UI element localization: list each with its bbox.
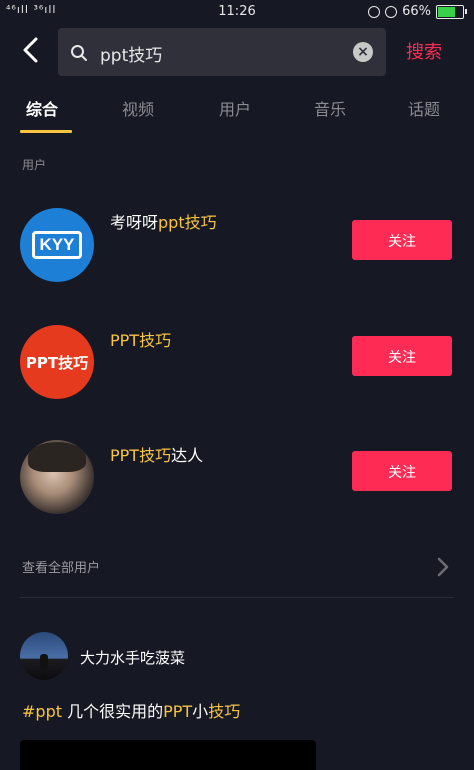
tab-users[interactable]: 用户 — [219, 96, 251, 120]
tab-indicator — [20, 130, 72, 133]
avatar[interactable] — [20, 440, 94, 514]
tab-comprehensive[interactable]: 综合 — [26, 96, 58, 120]
avatar-figure — [40, 654, 48, 670]
search-box[interactable]: ppt技巧 × — [58, 28, 386, 76]
video-author-avatar[interactable] — [20, 632, 68, 680]
section-label: 用户 — [22, 158, 47, 172]
user-name[interactable]: PPT技巧 — [110, 327, 171, 351]
follow-button[interactable]: 关注 — [352, 220, 452, 260]
avatar[interactable]: KYY — [20, 208, 94, 282]
status-right: 66% — [368, 4, 467, 19]
avatar-logo: KYY — [32, 231, 82, 259]
search-input[interactable]: ppt技巧 — [100, 41, 162, 66]
alarm-icon — [385, 5, 398, 18]
user-name[interactable]: 考呀呀ppt技巧 — [110, 209, 217, 233]
avatar[interactable]: PPT技巧 — [20, 325, 94, 399]
chevron-right-icon[interactable] — [436, 556, 450, 578]
video-title[interactable]: #ppt 几个很实用的PPT小技巧 — [22, 698, 240, 722]
avatar-logo: PPT技巧 — [25, 354, 89, 372]
user-name[interactable]: PPT技巧达人 — [110, 442, 203, 466]
back-button[interactable] — [20, 36, 44, 64]
avatar-hair — [28, 442, 86, 472]
video-thumbnail[interactable] — [20, 740, 316, 770]
search-icon — [71, 45, 87, 61]
tab-topics[interactable]: 话题 — [408, 96, 440, 120]
follow-button[interactable]: 关注 — [352, 336, 452, 376]
tab-videos[interactable]: 视频 — [122, 96, 154, 120]
lock-rotation-icon — [368, 5, 381, 18]
video-author-name[interactable]: 大力水手吃菠菜 — [80, 647, 185, 668]
battery-icon — [436, 4, 467, 19]
search-button[interactable]: 搜索 — [406, 38, 442, 64]
battery-percent: 66% — [402, 4, 431, 19]
divider — [20, 597, 454, 598]
tab-music[interactable]: 音乐 — [314, 96, 346, 120]
clear-icon[interactable]: × — [353, 42, 373, 62]
chevron-left-icon — [23, 37, 38, 63]
status-bar: ⁴⁶ıll ³⁶ıll 11:26 66% — [0, 0, 474, 24]
view-all-users-link[interactable]: 查看全部用户 — [22, 557, 100, 576]
follow-button[interactable]: 关注 — [352, 451, 452, 491]
